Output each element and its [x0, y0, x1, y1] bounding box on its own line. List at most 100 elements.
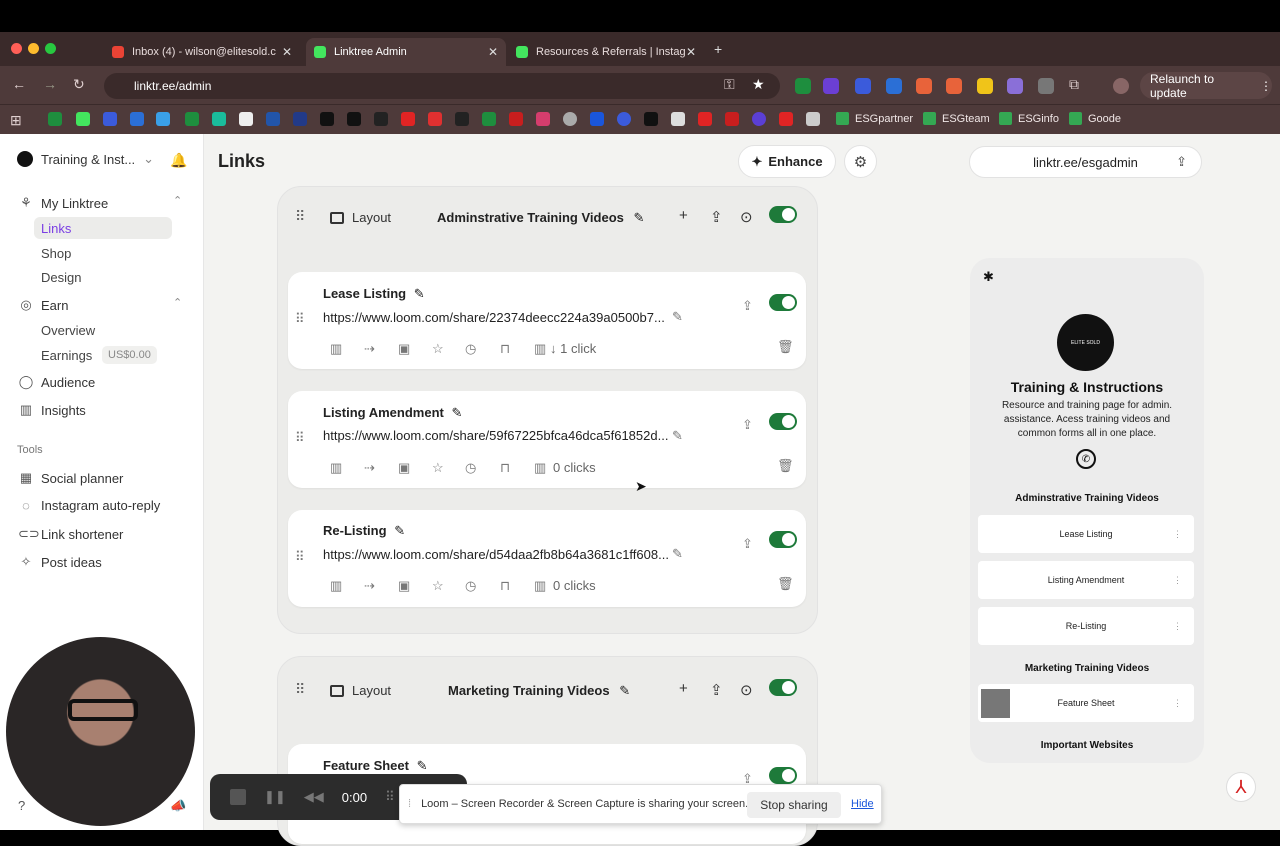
click-count[interactable]: 0 clicks	[553, 578, 596, 593]
lock-icon[interactable]: ⊓	[500, 460, 510, 476]
layout-icon[interactable]: ▥	[330, 578, 342, 594]
redirect-icon[interactable]: ⇢	[364, 341, 375, 357]
megaphone-icon[interactable]: 📣	[170, 798, 186, 814]
back-icon[interactable]: ←	[12, 76, 26, 92]
grip-icon[interactable]: ⁞	[408, 798, 411, 810]
forward-icon[interactable]: →	[43, 76, 57, 92]
sidebar-item-my-linktree[interactable]: ⚘ My Linktree	[18, 195, 108, 211]
pencil-icon[interactable]: ✎	[672, 309, 683, 325]
bookmark-icon[interactable]	[239, 112, 253, 126]
bookmark-esginfo[interactable]: ESGinfo	[999, 112, 1059, 125]
address-bar[interactable]: linktr.ee/admin	[104, 73, 780, 99]
more-options-icon[interactable]: ⊙	[740, 681, 753, 699]
link-toggle[interactable]	[769, 294, 797, 311]
plus-icon[interactable]: +	[679, 680, 688, 697]
more-options-icon[interactable]: ⊙	[740, 208, 753, 226]
bookmark-icon[interactable]	[698, 112, 712, 126]
share-icon[interactable]: ⇪	[710, 681, 723, 699]
bookmark-icon[interactable]	[266, 112, 280, 126]
redirect-icon[interactable]: ⇢	[364, 460, 375, 476]
extension-icon[interactable]	[886, 78, 902, 94]
bookmark-icon[interactable]	[48, 112, 62, 126]
drag-handle-icon[interactable]: ⠿	[295, 311, 305, 327]
layout-button[interactable]: Layout	[330, 210, 391, 225]
bookmark-icon[interactable]	[455, 112, 469, 126]
sidebar-item-audience[interactable]: ◯ Audience	[18, 374, 96, 390]
bookmark-icon[interactable]	[752, 112, 766, 126]
bar-chart-icon[interactable]: ▥	[534, 460, 546, 476]
schedule-icon[interactable]: ◷	[465, 578, 476, 594]
image-icon[interactable]: ▣	[398, 460, 410, 476]
password-key-icon[interactable]: ⚿	[724, 76, 735, 93]
webcam-bubble[interactable]	[6, 637, 195, 826]
link-title[interactable]: Re-Listing ✎	[323, 523, 405, 539]
bell-icon[interactable]: 🔔	[170, 152, 187, 169]
bookmark-icon[interactable]	[644, 112, 658, 126]
reload-icon[interactable]: ↻	[73, 76, 85, 93]
chevron-up-icon[interactable]: ⌃	[173, 194, 182, 207]
account-switcher[interactable]: Training & Inst... ⌄	[17, 151, 154, 167]
schedule-icon[interactable]: ◷	[465, 460, 476, 476]
whatsapp-icon[interactable]: ✆	[1076, 449, 1096, 469]
bookmark-icon[interactable]	[293, 112, 307, 126]
relaunch-button[interactable]: Relaunch to update ⋮	[1140, 72, 1272, 100]
layout-icon[interactable]: ▥	[330, 460, 342, 476]
enhance-button[interactable]: ✦ Enhance	[738, 145, 836, 178]
bookmark-icon[interactable]	[563, 112, 577, 126]
sidebar-item-links[interactable]: Links	[41, 221, 71, 236]
click-count[interactable]: ↓ 1 click	[550, 341, 596, 356]
pause-icon[interactable]: ❚❚	[264, 789, 286, 805]
share-icon[interactable]: ⇪	[710, 208, 723, 226]
drag-handle-icon[interactable]: ⠿	[385, 789, 395, 805]
stop-sharing-button[interactable]: Stop sharing	[747, 792, 841, 818]
link-toggle[interactable]	[769, 531, 797, 548]
bookmark-goode[interactable]: Goode	[1069, 112, 1121, 125]
plus-icon[interactable]: +	[679, 207, 688, 224]
preview-link-button[interactable]: Feature Sheet ⋮	[978, 684, 1194, 722]
link-title[interactable]: Listing Amendment ✎	[323, 405, 462, 421]
lock-icon[interactable]: ⊓	[500, 341, 510, 357]
extension-icon[interactable]	[855, 78, 871, 94]
bookmark-icon[interactable]	[347, 112, 361, 126]
acrobat-icon[interactable]: ⅄	[1226, 772, 1256, 802]
link-url[interactable]: https://www.loom.com/share/d54daa2fb8b64…	[323, 547, 669, 562]
bookmark-icon[interactable]	[590, 112, 604, 126]
link-toggle[interactable]	[769, 413, 797, 430]
bookmark-esgpartner[interactable]: ESGpartner	[836, 112, 913, 125]
link-toggle[interactable]	[769, 767, 797, 784]
help-icon[interactable]: ?	[18, 798, 25, 813]
trash-icon[interactable]: 🗑	[777, 576, 794, 592]
layout-icon[interactable]: ▥	[330, 341, 342, 357]
extension-icon[interactable]	[916, 78, 932, 94]
stop-record-icon[interactable]	[230, 789, 246, 805]
bookmark-star-icon[interactable]: ★	[752, 76, 765, 93]
click-count[interactable]: 0 clicks	[553, 460, 596, 475]
lock-icon[interactable]: ⊓	[500, 578, 510, 594]
image-icon[interactable]: ▣	[398, 341, 410, 357]
extension-icon[interactable]	[823, 78, 839, 94]
settings-button[interactable]: ⚙	[844, 145, 877, 178]
schedule-icon[interactable]: ◷	[465, 341, 476, 357]
bookmark-icon[interactable]	[212, 112, 226, 126]
tab-resources[interactable]: Resources & Referrals | Instag ✕	[508, 38, 704, 66]
close-window-button[interactable]	[11, 43, 22, 54]
bookmark-icon[interactable]	[76, 112, 90, 126]
apps-grid-icon[interactable]: ⊞	[10, 112, 22, 129]
profile-url-pill[interactable]: linktr.ee/esgadmin ⇪	[969, 146, 1202, 178]
close-tab-icon[interactable]: ✕	[282, 45, 292, 59]
sidebar-item-shop[interactable]: Shop	[41, 246, 71, 261]
drag-handle-icon[interactable]: ⠿	[295, 549, 305, 565]
preview-link-button[interactable]: Lease Listing ⋮	[978, 515, 1194, 553]
bookmark-icon[interactable]	[482, 112, 496, 126]
group-title[interactable]: Adminstrative Training Videos ✎	[437, 210, 644, 226]
close-tab-icon[interactable]: ✕	[686, 45, 696, 59]
group-toggle[interactable]	[769, 206, 797, 223]
star-icon[interactable]: ☆	[432, 341, 444, 357]
drag-handle-icon[interactable]: ⠿	[295, 208, 305, 225]
image-icon[interactable]: ▣	[398, 578, 410, 594]
profile-avatar[interactable]	[1113, 78, 1129, 94]
share-icon[interactable]: ⇪	[742, 298, 753, 314]
chevron-up-icon[interactable]: ⌃	[173, 296, 182, 309]
share-icon[interactable]: ⇪	[742, 417, 753, 433]
share-icon[interactable]: ⇪	[1176, 154, 1187, 170]
